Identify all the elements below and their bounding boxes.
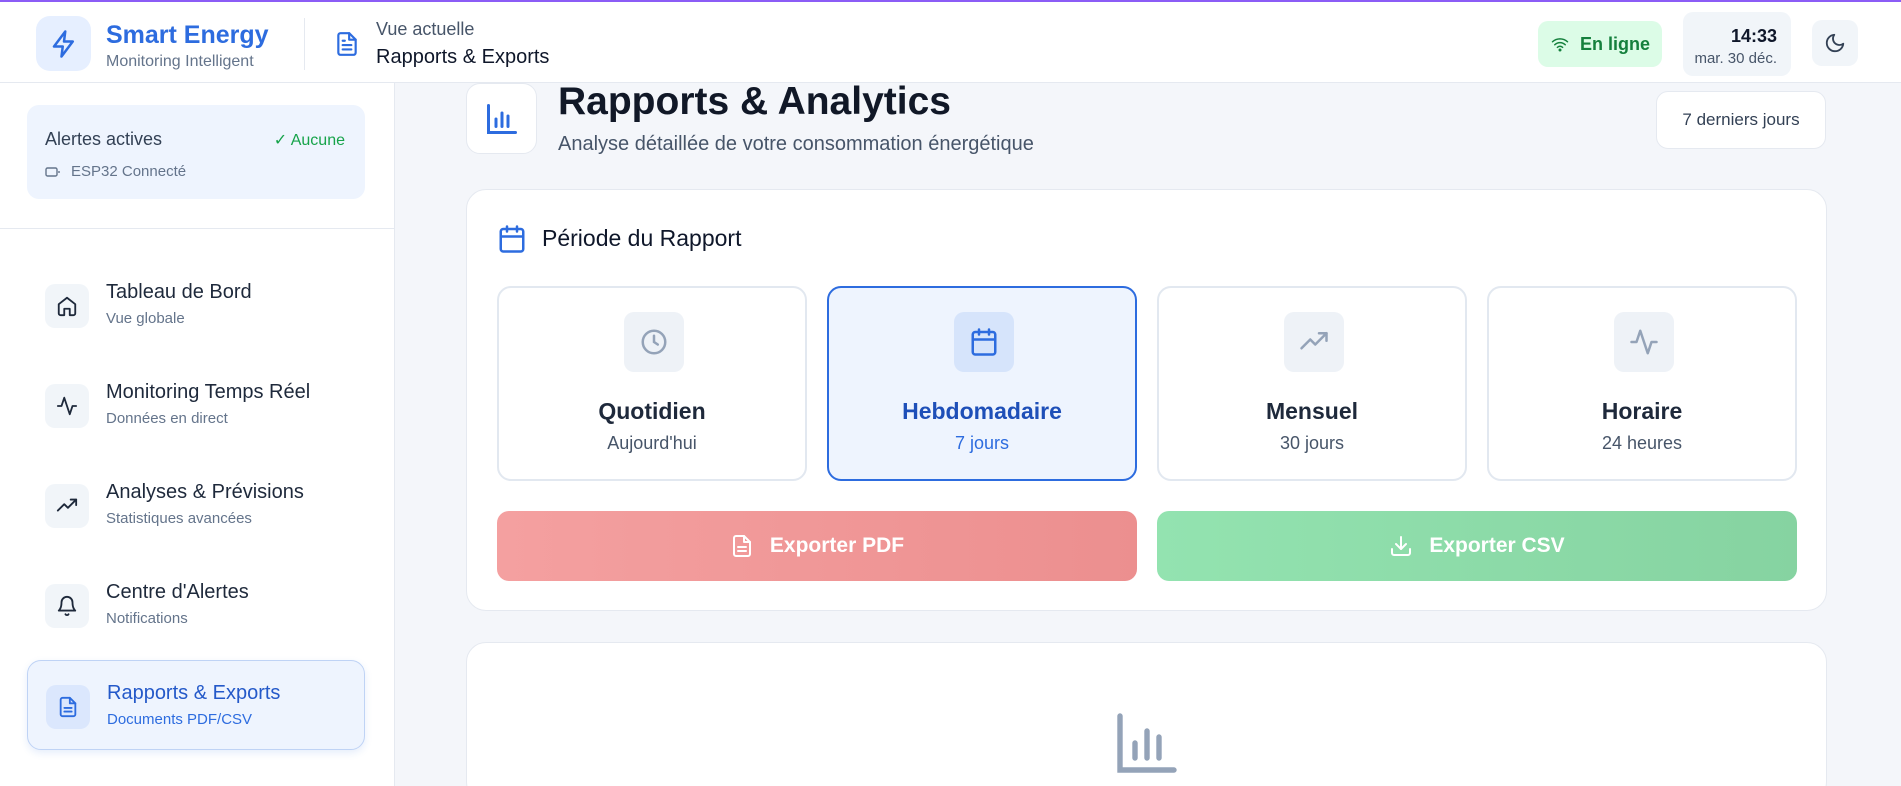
sidebar-item-sub: Notifications — [106, 610, 188, 627]
trending-up-icon — [56, 498, 78, 512]
theme-toggle-button[interactable] — [1812, 20, 1858, 66]
report-period-card: Période du Rapport Quotidien Aujourd'hui… — [466, 189, 1827, 611]
sidebar-item-dashboard[interactable]: Tableau de Bord Vue globale — [27, 260, 365, 350]
moon-icon — [1825, 33, 1845, 53]
sidebar-item-sub: Données en direct — [106, 410, 228, 427]
bar-chart-icon — [1117, 713, 1177, 773]
date-range-button[interactable]: 7 derniers jours — [1656, 91, 1826, 149]
device-status: ESP32 Connecté — [45, 163, 186, 180]
header-divider — [304, 18, 305, 70]
period-option-hourly[interactable]: Horaire 24 heures — [1487, 286, 1797, 481]
period-option-label: Hebdomadaire — [902, 398, 1062, 424]
sidebar-item-label: Tableau de Bord — [106, 281, 252, 303]
clock: 14:33 mar. 30 déc. — [1683, 12, 1791, 76]
brand-title: Smart Energy — [106, 21, 269, 49]
activity-icon — [1630, 329, 1658, 355]
export-csv-label: Exporter CSV — [1429, 534, 1565, 557]
sidebar-item-sub: Documents PDF/CSV — [107, 711, 253, 728]
app-header: Smart Energy Monitoring Intelligent Vue … — [0, 2, 1901, 83]
period-option-label: Mensuel — [1265, 398, 1359, 424]
activity-icon — [56, 396, 78, 416]
page-title: Rapports & Analytics — [558, 80, 951, 123]
clock-date: mar. 30 déc. — [1694, 50, 1777, 67]
sidebar-divider — [0, 228, 395, 229]
calendar-icon — [971, 328, 997, 356]
period-option-sub: 7 jours — [954, 433, 1010, 453]
battery-icon — [45, 166, 60, 177]
file-text-icon — [732, 535, 751, 557]
calendar-icon — [499, 225, 525, 253]
period-option-weekly[interactable]: Hebdomadaire 7 jours — [827, 286, 1137, 481]
trending-up-icon — [1300, 332, 1328, 350]
current-view-label: Vue actuelle — [376, 19, 475, 39]
period-option-label: Quotidien — [598, 398, 706, 424]
page-subtitle: Analyse détaillée de votre consommation … — [558, 133, 1034, 155]
export-csv-button[interactable]: Exporter CSV — [1157, 511, 1797, 581]
device-status-text: ESP32 Connecté — [71, 163, 187, 180]
alerts-title: Alertes actives — [45, 129, 163, 149]
report-content-card — [466, 642, 1827, 786]
home-icon — [57, 296, 77, 317]
logo[interactable] — [36, 16, 91, 71]
period-option-daily[interactable]: Quotidien Aujourd'hui — [497, 286, 807, 481]
sidebar-item-sub: Vue globale — [106, 310, 185, 327]
sidebar-item-label: Rapports & Exports — [107, 682, 281, 704]
lightning-icon — [52, 29, 74, 58]
period-option-monthly[interactable]: Mensuel 30 jours — [1157, 286, 1467, 481]
sidebar-item-monitoring[interactable]: Monitoring Temps Réel Données en direct — [27, 360, 365, 450]
online-status-badge: En ligne — [1538, 21, 1662, 67]
period-option-sub: 24 heures — [1601, 433, 1683, 453]
sidebar-item-label: Monitoring Temps Réel — [106, 381, 311, 403]
download-icon — [1391, 536, 1412, 556]
sidebar: Alertes actives ✓ Aucune ESP32 Connecté … — [0, 83, 395, 786]
sidebar-item-alerts[interactable]: Centre d'Alertes Notifications — [27, 560, 365, 650]
alerts-status: ✓ Aucune — [273, 132, 345, 149]
bell-icon — [57, 596, 77, 617]
file-text-icon — [59, 696, 77, 718]
period-title: Période du Rapport — [542, 225, 742, 251]
wifi-icon — [1551, 38, 1569, 52]
current-view-value: Rapports & Exports — [376, 46, 550, 68]
file-text-icon — [337, 32, 357, 56]
period-option-sub: 30 jours — [1279, 433, 1345, 453]
sidebar-item-label: Centre d'Alertes — [106, 581, 249, 603]
clock-icon — [641, 329, 667, 355]
sidebar-item-analyses[interactable]: Analyses & Prévisions Statistiques avanc… — [27, 460, 365, 550]
page-header-icon — [466, 83, 537, 154]
sidebar-item-label: Analyses & Prévisions — [106, 481, 304, 503]
online-status-text: En ligne — [1579, 33, 1650, 54]
export-pdf-button[interactable]: Exporter PDF — [497, 511, 1137, 581]
alerts-card: Alertes actives ✓ Aucune ESP32 Connecté — [27, 105, 365, 199]
export-pdf-label: Exporter PDF — [769, 534, 905, 557]
sidebar-item-reports[interactable]: Rapports & Exports Documents PDF/CSV — [27, 660, 365, 750]
brand-subtitle: Monitoring Intelligent — [106, 53, 254, 70]
sidebar-item-sub: Statistiques avancées — [106, 510, 252, 527]
period-option-label: Horaire — [1601, 398, 1683, 424]
period-option-sub: Aujourd'hui — [607, 433, 697, 453]
bar-chart-icon — [486, 103, 517, 134]
clock-time: 14:33 — [1730, 26, 1777, 46]
